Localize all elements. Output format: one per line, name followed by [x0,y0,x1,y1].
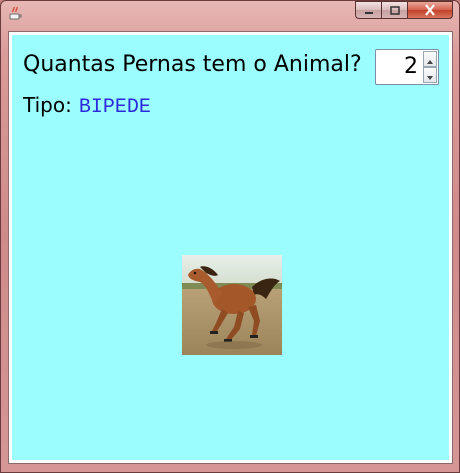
title-bar[interactable] [1,1,459,29]
maximize-button[interactable] [381,1,407,19]
content-panel: Quantas Pernas tem o Animal? 2 Tipo: BIP… [12,35,449,460]
spinner-down-button[interactable] [423,67,437,83]
type-label: Tipo: [23,93,72,117]
type-row: Tipo: BIPEDE [23,93,151,119]
java-app-icon [7,5,23,21]
legs-spinner-value[interactable]: 2 [378,50,418,84]
legs-spinner[interactable]: 2 [375,49,439,85]
close-icon [423,1,437,20]
minimize-button[interactable] [355,1,381,19]
client-area: Quantas Pernas tem o Animal? 2 Tipo: BIP… [8,31,453,464]
horse-image [182,255,282,355]
close-button[interactable] [407,1,453,19]
legs-question-label: Quantas Pernas tem o Animal? [23,52,362,77]
minimize-icon [363,1,375,20]
app-window: Quantas Pernas tem o Animal? 2 Tipo: BIP… [0,0,460,473]
arrow-down-icon [426,66,434,85]
maximize-icon [389,1,401,20]
type-value: BIPEDE [78,96,151,119]
